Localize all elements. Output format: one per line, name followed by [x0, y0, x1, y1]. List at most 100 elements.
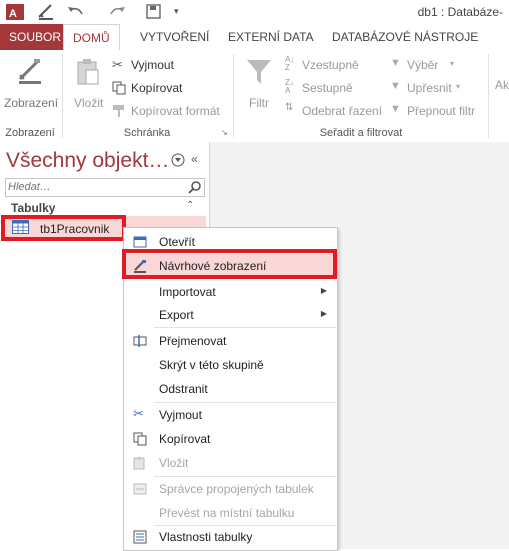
menu-item-hide[interactable]: Skrýt v této skupině — [124, 353, 337, 377]
menu-item-export[interactable]: Export ▶ — [124, 303, 337, 327]
sort-descending-icon: Z↓ A — [285, 78, 294, 95]
nav-menu-dropdown-icon[interactable] — [171, 153, 185, 167]
tab-create[interactable]: VYTVOŘENÍ — [131, 24, 218, 50]
search-icon[interactable] — [188, 180, 202, 194]
sort-ascending-button[interactable]: A↓ Z Vzestupně — [285, 56, 385, 74]
sort-ascending-icon: A↓ Z — [285, 55, 295, 72]
format-painter-label: Kopírovat formát — [131, 104, 220, 118]
chevron-down-icon: ▾ — [450, 59, 455, 68]
rename-icon — [133, 334, 147, 348]
access-logo-icon[interactable]: A — [6, 3, 24, 21]
remove-sort-icon: ⇅ — [285, 102, 294, 113]
design-view-quick-icon[interactable] — [37, 3, 55, 21]
sort-ascending-label: Vzestupně — [302, 58, 359, 72]
save-icon[interactable] — [146, 4, 162, 20]
nav-item-label[interactable]: tb1Pracovnik — [40, 222, 109, 236]
menu-item-label: Vyjmout — [159, 408, 202, 422]
undo-icon[interactable] — [66, 4, 88, 20]
paste-label: Vložit — [74, 96, 104, 110]
ribbon-tabs: SOUBOR DOMŮ VYTVOŘENÍ EXTERNÍ DATA DATAB… — [0, 24, 509, 52]
customize-toolbar-icon[interactable]: ▾ — [174, 6, 179, 17]
toggle-filter-button[interactable]: ▼ Přepnout filtr — [390, 102, 490, 120]
ribbon-separator — [62, 54, 63, 138]
menu-item-table-properties[interactable]: Vlastnosti tabulky — [124, 525, 337, 549]
advanced-button[interactable]: ▼ Upřesnit ▾ — [390, 79, 470, 97]
scissors-icon: ✂ — [112, 57, 123, 72]
group-header-tables[interactable]: Tabulky — [11, 201, 55, 215]
tab-file[interactable]: SOUBOR — [0, 24, 71, 50]
svg-text:A: A — [9, 8, 17, 20]
menu-separator — [154, 327, 336, 328]
clipboard-group-label: Schránka — [123, 127, 171, 139]
copy-button[interactable]: Kopírovat — [112, 79, 222, 97]
search-input[interactable] — [6, 179, 178, 195]
views-button[interactable]: Zobrazení — [4, 54, 59, 114]
filter-button[interactable]: Filtr — [240, 54, 280, 114]
chevron-down-icon: ▾ — [456, 82, 461, 91]
format-painter-icon — [112, 104, 126, 118]
scissors-icon: ✂ — [133, 406, 144, 421]
menu-item-copy[interactable]: Kopírovat — [124, 427, 337, 451]
cut-label: Vyjmout — [131, 58, 174, 72]
selection-filter-icon: ▼ — [390, 57, 401, 69]
menu-item-convert-local: Převést na místní tabulku — [124, 501, 337, 525]
search-field[interactable] — [5, 178, 205, 197]
collapse-pane-icon[interactable]: « — [191, 152, 198, 166]
menu-item-label: Vlastnosti tabulky — [159, 530, 253, 544]
paste-icon — [76, 58, 100, 86]
tab-database-tools[interactable]: DATABÁZOVÉ NÁSTROJE — [323, 24, 487, 50]
copy-icon — [133, 432, 147, 446]
title-bar: A ▾ db1 : Databáze- — [0, 0, 509, 24]
nav-pane-title[interactable]: Všechny objekt… — [6, 149, 169, 173]
menu-item-cut[interactable]: ✂ Vyjmout — [124, 403, 337, 427]
copy-icon — [112, 81, 126, 95]
menu-item-label: Importovat — [159, 285, 216, 299]
cut-button[interactable]: ✂ Vyjmout — [112, 56, 222, 74]
format-painter-button[interactable]: Kopírovat formát — [112, 102, 228, 120]
menu-item-delete[interactable]: Odstranit — [124, 377, 337, 401]
views-group-label: Zobrazení — [5, 127, 55, 139]
toggle-filter-icon: ▼ — [390, 103, 401, 115]
open-icon — [133, 235, 147, 249]
submenu-arrow-icon: ▶ — [320, 286, 327, 295]
menu-item-paste: Vložit — [124, 451, 337, 475]
tab-external-data[interactable]: EXTERNÍ DATA — [219, 24, 323, 50]
menu-item-label: Otevřít — [159, 235, 196, 249]
table-icon — [12, 220, 29, 234]
menu-item-import[interactable]: Importovat ▶ — [124, 280, 337, 304]
sort-descending-label: Sestupně — [302, 81, 353, 95]
remove-sort-label: Odebrat řazení — [302, 104, 383, 118]
linked-table-icon — [133, 482, 147, 496]
toggle-filter-label: Přepnout filtr — [407, 104, 476, 118]
views-label: Zobrazení — [4, 96, 59, 110]
collapse-group-icon[interactable]: ⌃ — [186, 200, 194, 211]
menu-item-rename[interactable]: Přejmenovat — [124, 329, 337, 353]
redo-icon[interactable] — [107, 4, 129, 20]
menu-item-label: Export — [159, 308, 194, 322]
funnel-icon — [246, 58, 272, 86]
menu-item-label: Správce propojených tabulek — [159, 482, 314, 496]
menu-item-linked-table-manager: Správce propojených tabulek — [124, 477, 337, 501]
window-title: db1 : Databáze- — [417, 5, 503, 19]
advanced-label: Upřesnit — [407, 81, 452, 95]
remove-sort-button[interactable]: ⇅ Odebrat řazení — [285, 102, 385, 120]
design-view-icon — [16, 57, 44, 85]
paste-button[interactable]: Vložit — [68, 54, 108, 114]
menu-item-label: Skrýt v této skupině — [159, 358, 264, 372]
sort-descending-button[interactable]: Z↓ A Sestupně — [285, 79, 385, 97]
copy-label: Kopírovat — [131, 81, 183, 95]
menu-item-label: Vložit — [159, 456, 189, 470]
menu-item-label: Přejmenovat — [159, 334, 227, 348]
menu-item-label: Odstranit — [159, 382, 208, 396]
menu-item-label: Kopírovat — [159, 432, 211, 446]
properties-icon — [133, 530, 147, 544]
selection-button[interactable]: ▼ Výběr ▾ — [390, 56, 470, 74]
dialog-launcher-icon[interactable]: ↘ — [221, 128, 228, 137]
tab-home[interactable]: DOMŮ — [63, 24, 120, 52]
ribbon: Zobrazení Zobrazení Vložit ✂ Vyjmout Kop… — [0, 50, 509, 143]
submenu-arrow-icon: ▶ — [320, 309, 327, 318]
ribbon-separator — [233, 54, 234, 138]
more-button[interactable]: Ak — [495, 78, 509, 92]
highlight-box — [122, 249, 337, 279]
ribbon-separator — [488, 54, 489, 138]
